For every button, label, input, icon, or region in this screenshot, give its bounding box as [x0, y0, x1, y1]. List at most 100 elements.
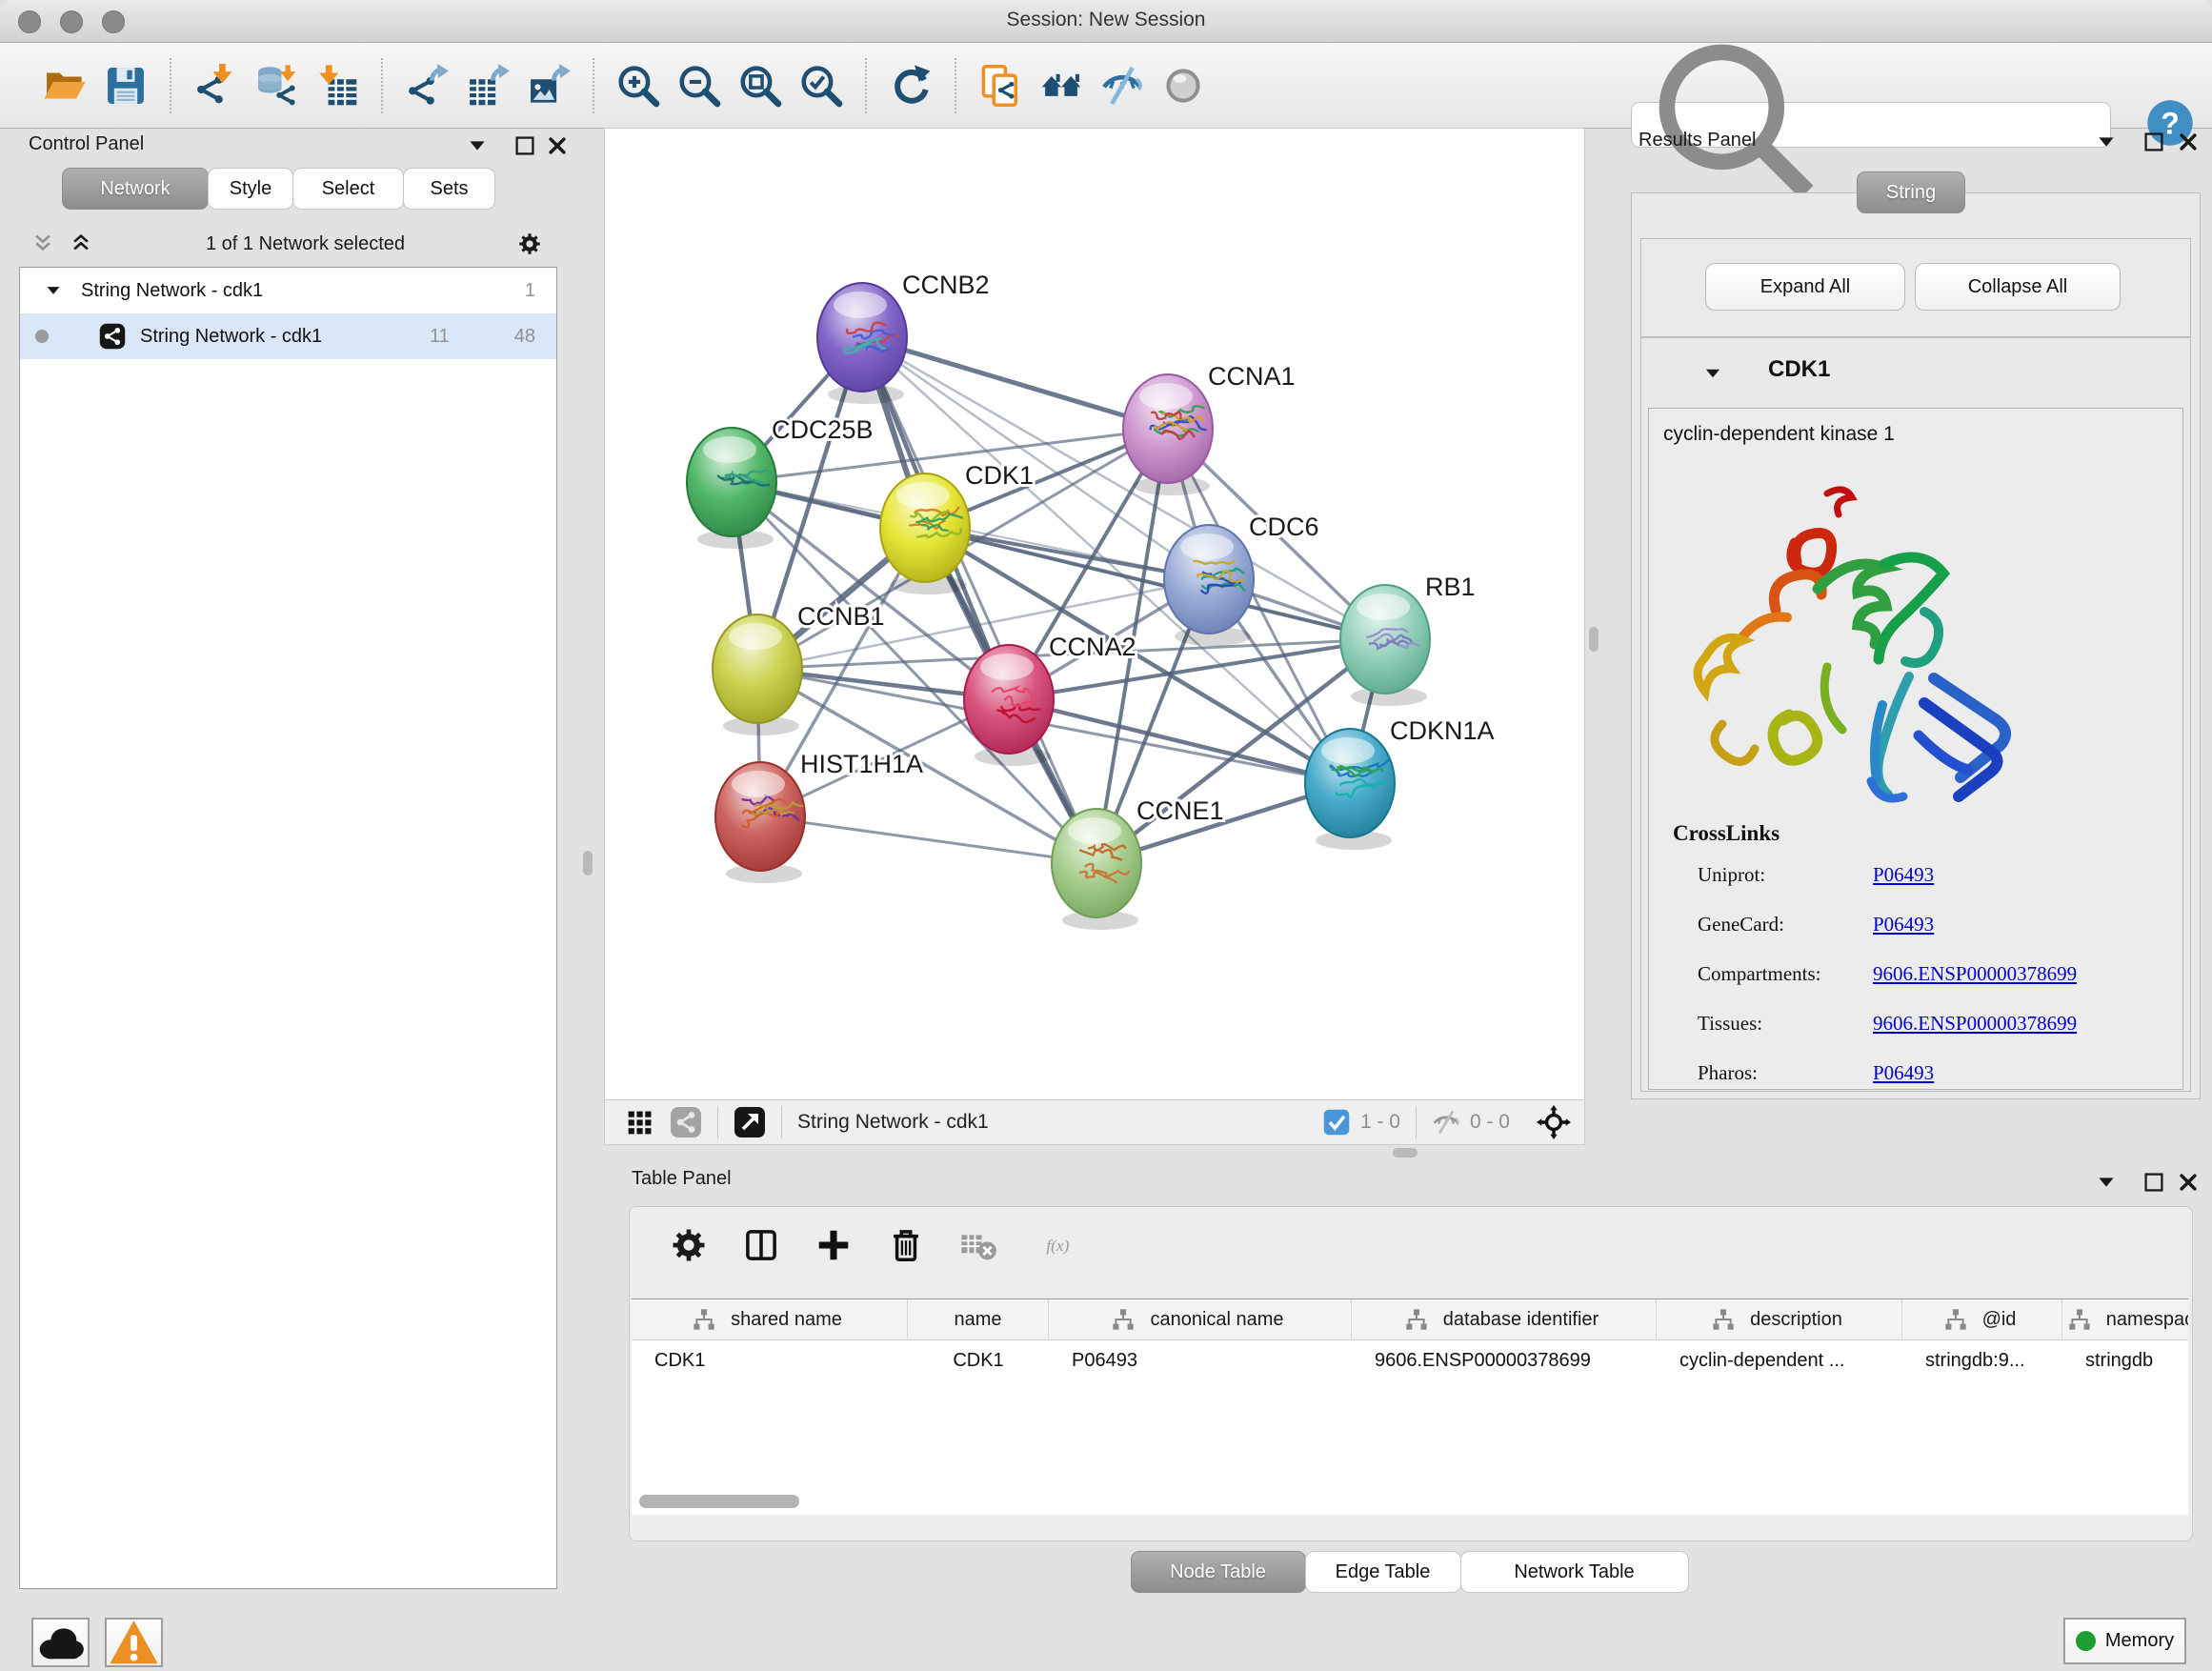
import-network-from-database-button[interactable] [250, 56, 303, 115]
network-options-gear-icon[interactable] [517, 232, 542, 256]
search-input[interactable] [1839, 108, 2110, 142]
crosslink-tissues-link[interactable]: 9606.ENSP00000378699 [1873, 1012, 2077, 1036]
cloud-status-button[interactable] [31, 1618, 90, 1667]
table-cell[interactable]: CDK1 [908, 1340, 1049, 1380]
table-panel-float-button[interactable] [2142, 1170, 2166, 1195]
table-cell[interactable]: 9606.ENSP00000378699 [1352, 1340, 1657, 1380]
crosslink-pharos-link[interactable]: P06493 [1873, 1061, 1934, 1085]
column-header-description[interactable]: description [1657, 1299, 1902, 1339]
collapse-all-button[interactable]: Collapse All [1915, 263, 2121, 311]
column-header-name[interactable]: name [908, 1299, 1049, 1339]
right-splitter-handle[interactable] [1589, 627, 1599, 652]
column-header-databaseidentifier[interactable]: database identifier [1352, 1299, 1657, 1339]
node-label-CDKN1A: CDKN1A [1390, 716, 1495, 745]
memory-button[interactable]: Memory [2063, 1618, 2186, 1664]
function-builder-icon-disabled: f(x) [1024, 1218, 1104, 1272]
network-edge-count: 48 [514, 326, 535, 348]
import-table-from-file-button[interactable] [311, 56, 364, 115]
node-CCNB2[interactable]: CCNB2 [817, 271, 990, 404]
open-session-button[interactable] [38, 56, 91, 115]
tab-sets[interactable]: Sets [403, 168, 495, 210]
zoom-out-button[interactable] [673, 56, 726, 115]
network-tree-root-row[interactable]: String Network - cdk1 1 [20, 268, 556, 313]
edge-CCNE1-HIST1H1A[interactable] [760, 816, 1096, 863]
table-row[interactable]: CDK1CDK1P064939606.ENSP00000378699cyclin… [632, 1340, 2188, 1380]
control-panel-float-button[interactable] [513, 133, 537, 158]
export-network-button[interactable] [400, 56, 453, 115]
control-panel-menu-button[interactable] [465, 133, 490, 158]
node-RB1[interactable]: RB1 [1340, 573, 1476, 706]
fit-selected-icon[interactable] [1537, 1105, 1571, 1139]
table-cell[interactable]: CDK1 [632, 1340, 908, 1380]
scrollbar-thumb[interactable] [639, 1495, 799, 1508]
table-cell[interactable]: stringdb [2062, 1340, 2188, 1380]
export-table-button[interactable] [461, 56, 514, 115]
tab-string[interactable]: String [1857, 171, 1965, 213]
node-CCNB1[interactable]: CCNB1 [713, 602, 885, 735]
table-toolbar: f(x) [653, 1218, 1114, 1272]
protein-collapse-icon[interactable] [1701, 362, 1724, 385]
expand-all-networks-icon[interactable] [30, 232, 55, 256]
tree-collapse-icon[interactable] [43, 280, 64, 301]
node-CDKN1A[interactable]: CDKN1A [1305, 716, 1495, 850]
results-panel-float-button[interactable] [2142, 130, 2166, 154]
crosslink-uniprot-link[interactable]: P06493 [1873, 863, 1934, 887]
show-all-button[interactable] [1156, 56, 1210, 115]
node-CCNA2[interactable]: CCNA2 [964, 633, 1136, 766]
node-HIST1H1A[interactable]: HIST1H1A [715, 750, 923, 883]
table-cell[interactable]: P06493 [1049, 1340, 1352, 1380]
expand-all-button[interactable]: Expand All [1705, 263, 1905, 311]
left-splitter-handle[interactable] [583, 851, 593, 876]
apply-preferred-layout-button[interactable] [884, 56, 937, 115]
export-image-button[interactable] [522, 56, 575, 115]
first-neighbors-button[interactable] [1035, 56, 1088, 115]
node-CCNA1[interactable]: CCNA1 [1123, 362, 1296, 495]
column-header-sharedname[interactable]: shared name [632, 1299, 908, 1339]
table-cell[interactable]: cyclin-dependent ... [1657, 1340, 1902, 1380]
import-network-from-file-button[interactable] [189, 56, 242, 115]
edge-CCNB2-CCNA1[interactable] [862, 337, 1168, 429]
table-panel-menu-button[interactable] [2094, 1170, 2119, 1195]
tab-network-table[interactable]: Network Table [1460, 1551, 1689, 1593]
column-label: shared name [731, 1309, 842, 1331]
delete-column-icon[interactable] [879, 1218, 933, 1272]
save-session-button[interactable] [99, 56, 152, 115]
zoom-fit-content-button[interactable] [734, 56, 787, 115]
crosslink-genecard-link[interactable]: P06493 [1873, 913, 1934, 936]
tab-style[interactable]: Style [208, 168, 293, 210]
column-header-namespace[interactable]: namespace [2062, 1299, 2188, 1339]
open-in-new-window-icon[interactable] [734, 1106, 766, 1138]
results-panel-close-button[interactable] [2176, 130, 2201, 154]
show-column-icon[interactable] [734, 1218, 788, 1272]
edge-CCNB2-CCNE1[interactable] [862, 337, 1096, 863]
zoom-in-button[interactable] [612, 56, 665, 115]
table-panel-close-button[interactable] [2176, 1170, 2201, 1195]
zoom-selected-button[interactable] [794, 56, 848, 115]
collapse-all-networks-icon[interactable] [69, 232, 93, 256]
node-CDC25B[interactable]: CDC25B [687, 415, 874, 549]
column-header-id[interactable]: @id [1902, 1299, 2062, 1339]
warnings-button[interactable] [105, 1618, 163, 1667]
column-header-canonicalname[interactable]: canonical name [1049, 1299, 1352, 1339]
horizontal-splitter-handle[interactable] [1393, 1148, 1418, 1158]
table-horizontal-scrollbar[interactable] [637, 1494, 2184, 1509]
tab-network[interactable]: Network [62, 168, 209, 210]
tab-select[interactable]: Select [292, 168, 404, 210]
selected-nodes-checkbox[interactable] [1322, 1108, 1351, 1137]
tab-edge-table[interactable]: Edge Table [1305, 1551, 1461, 1593]
table-options-gear-icon[interactable] [662, 1218, 715, 1272]
network-canvas[interactable]: CCNB2 CCNA1 CDC25B CDK1 CDC6 [604, 128, 1585, 1100]
tab-node-table[interactable]: Node Table [1131, 1551, 1306, 1593]
crosslink-compartments-link[interactable]: 9606.ENSP00000378699 [1873, 962, 2077, 986]
network-tree-child-row[interactable]: String Network - cdk1 11 48 [20, 313, 556, 359]
create-column-icon[interactable] [807, 1218, 860, 1272]
control-panel-close-button[interactable] [545, 133, 570, 158]
table-cell[interactable]: stringdb:9... [1902, 1340, 2062, 1380]
network-view-statusbar: String Network - cdk1 1 - 0 0 - 0 [604, 1099, 1585, 1145]
new-network-from-selection-button[interactable] [974, 56, 1027, 115]
node-CCNE1[interactable]: CCNE1 [1052, 796, 1224, 930]
network-overview-icon[interactable] [670, 1106, 702, 1138]
birdseye-view-icon[interactable] [626, 1108, 654, 1137]
results-panel-menu-button[interactable] [2094, 130, 2119, 154]
hide-selected-button[interactable] [1096, 56, 1149, 115]
